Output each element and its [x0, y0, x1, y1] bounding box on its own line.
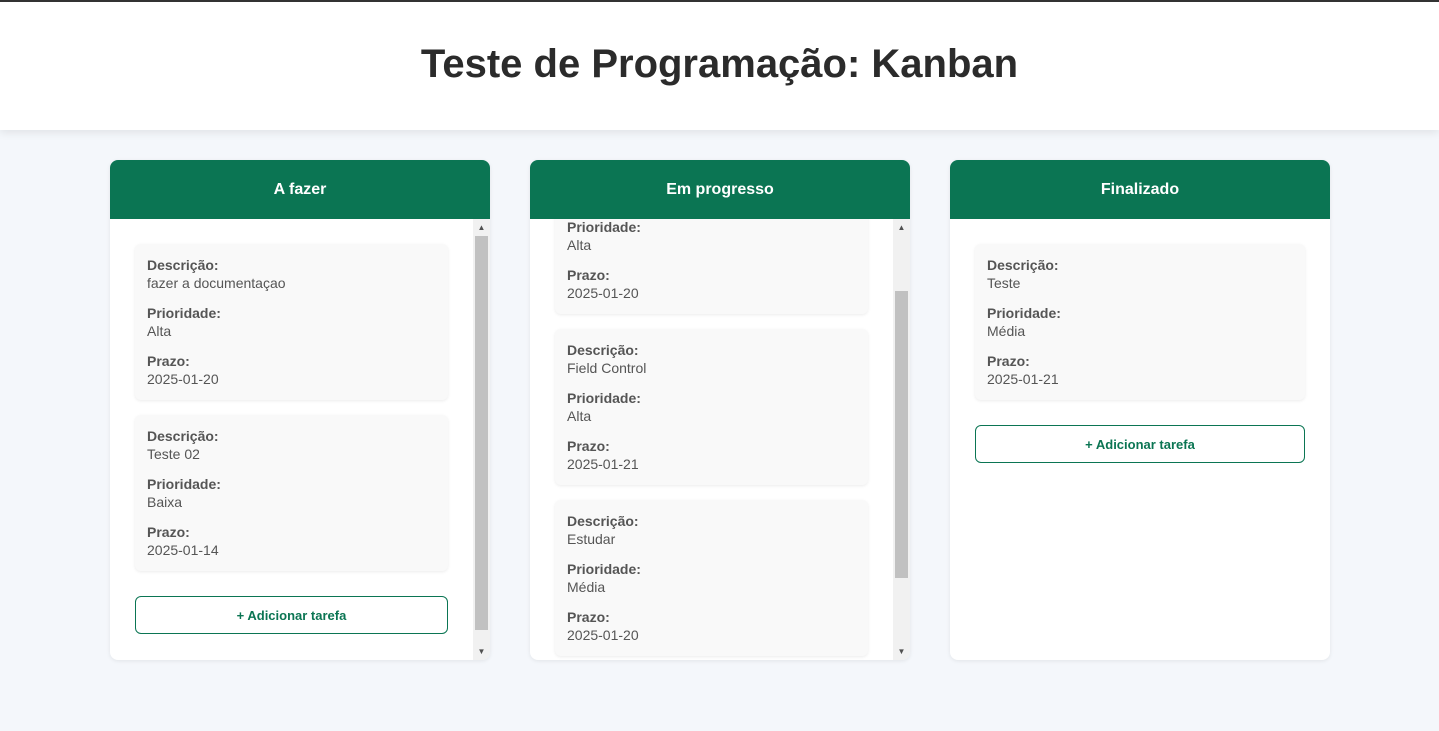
deadline-value: 2025-01-20	[147, 371, 219, 387]
add-task-button[interactable]: + Adicionar tarefa	[135, 596, 448, 634]
scrollbar[interactable]: ▲ ▼	[473, 219, 490, 660]
deadline-value: 2025-01-21	[567, 456, 639, 472]
task-card[interactable]: Descrição: Prioridade: Alta Prazo: 2025-…	[555, 219, 868, 314]
deadline-label: Prazo:	[147, 524, 190, 540]
column-done: Finalizado Descrição: Teste Prioridade: …	[950, 160, 1330, 660]
priority-label: Prioridade:	[147, 476, 221, 492]
priority-value: Média	[567, 579, 606, 595]
deadline-value: 2025-01-20	[567, 627, 639, 643]
priority-value: Alta	[567, 408, 592, 424]
description-value: Estudar	[567, 531, 616, 547]
description-label: Descrição:	[987, 257, 1059, 273]
task-card[interactable]: Descrição: Teste 02 Prioridade: Baixa Pr…	[135, 415, 448, 571]
column-header: A fazer	[110, 160, 490, 219]
priority-label: Prioridade:	[567, 390, 641, 406]
scrollbar[interactable]: ▲ ▼	[893, 219, 910, 660]
description-value: fazer a documentaçao	[147, 275, 286, 291]
priority-value: Alta	[567, 237, 592, 253]
column-in-progress: Em progresso Descrição: Prioridade: Alta…	[530, 160, 910, 660]
priority-value: Alta	[147, 323, 172, 339]
scroll-down-icon[interactable]: ▼	[473, 643, 490, 660]
column-todo: A fazer Descrição: fazer a documentaçao …	[110, 160, 490, 660]
task-card[interactable]: Descrição: fazer a documentaçao Priorida…	[135, 244, 448, 400]
deadline-label: Prazo:	[567, 267, 610, 283]
task-card[interactable]: Descrição: Estudar Prioridade: Média Pra…	[555, 500, 868, 656]
scrollbar-thumb[interactable]	[475, 236, 488, 630]
priority-label: Prioridade:	[987, 305, 1061, 321]
task-card[interactable]: Descrição: Teste Prioridade: Média Prazo…	[975, 244, 1305, 400]
page-header: Teste de Programação: Kanban	[0, 2, 1439, 130]
description-value: Teste 02	[147, 446, 200, 462]
priority-label: Prioridade:	[147, 305, 221, 321]
column-body[interactable]: Descrição: Prioridade: Alta Prazo: 2025-…	[530, 219, 910, 660]
description-label: Descrição:	[147, 257, 219, 273]
priority-label: Prioridade:	[567, 219, 641, 235]
column-header: Em progresso	[530, 160, 910, 219]
scrollbar-thumb[interactable]	[895, 291, 908, 578]
deadline-value: 2025-01-21	[987, 371, 1059, 387]
deadline-value: 2025-01-20	[567, 285, 639, 301]
scroll-up-icon[interactable]: ▲	[893, 219, 910, 236]
description-value: Field Control	[567, 360, 647, 376]
deadline-label: Prazo:	[567, 609, 610, 625]
deadline-label: Prazo:	[987, 353, 1030, 369]
column-body[interactable]: Descrição: Teste Prioridade: Média Prazo…	[950, 219, 1330, 660]
deadline-value: 2025-01-14	[147, 542, 219, 558]
add-task-button[interactable]: + Adicionar tarefa	[975, 425, 1305, 463]
priority-value: Baixa	[147, 494, 183, 510]
deadline-label: Prazo:	[567, 438, 610, 454]
scroll-down-icon[interactable]: ▼	[893, 643, 910, 660]
description-label: Descrição:	[147, 428, 219, 444]
page-title: Teste de Programação: Kanban	[420, 41, 1019, 86]
description-label: Descrição:	[567, 513, 639, 529]
priority-value: Média	[987, 323, 1026, 339]
description-label: Descrição:	[567, 342, 639, 358]
column-header: Finalizado	[950, 160, 1330, 219]
column-body[interactable]: Descrição: fazer a documentaçao Priorida…	[110, 219, 490, 660]
description-value: Teste	[987, 275, 1021, 291]
scroll-up-icon[interactable]: ▲	[473, 219, 490, 236]
deadline-label: Prazo:	[147, 353, 190, 369]
task-card[interactable]: Descrição: Field Control Prioridade: Alt…	[555, 329, 868, 485]
priority-label: Prioridade:	[567, 561, 641, 577]
